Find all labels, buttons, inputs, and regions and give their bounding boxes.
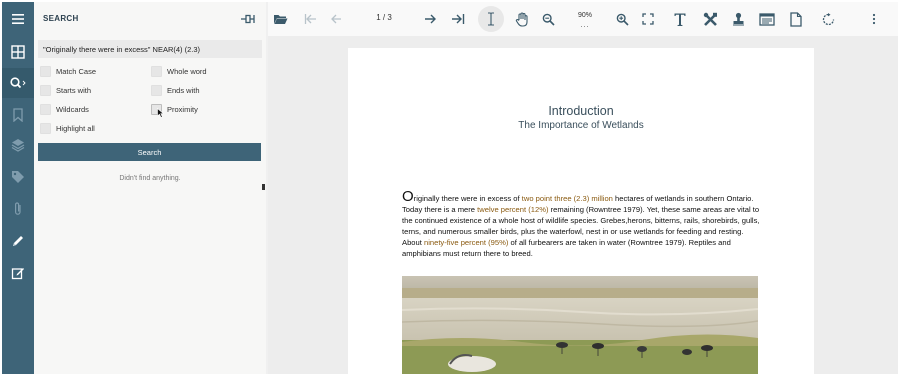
starts-with-option[interactable]: Starts with <box>40 83 91 97</box>
zoom-options[interactable]: ... <box>568 22 602 29</box>
search-icon[interactable] <box>2 68 34 98</box>
pin-icon[interactable] <box>240 12 256 26</box>
folder-open-icon[interactable] <box>270 2 290 36</box>
wetland-birds-photo <box>402 276 758 374</box>
next-page-icon[interactable] <box>420 2 440 36</box>
search-panel-header: SEARCH <box>34 2 266 36</box>
document-viewer[interactable]: Introduction The Importance of Wetlands … <box>268 36 898 374</box>
starts-with-checkbox[interactable] <box>40 84 51 96</box>
no-results-message: Didn't find anything. <box>119 175 181 182</box>
document-page[interactable]: Introduction The Importance of Wetlands … <box>348 48 814 374</box>
bookmark-icon[interactable] <box>2 100 34 130</box>
ends-with-label: Ends with <box>167 85 200 95</box>
more-options-icon[interactable] <box>866 2 882 36</box>
search-button[interactable]: Search <box>38 143 261 161</box>
match-case-option[interactable]: Match Case <box>40 64 96 78</box>
document-icon[interactable] <box>786 2 806 36</box>
match-case-label: Match Case <box>56 66 97 76</box>
hamburger-menu-icon[interactable] <box>2 4 34 34</box>
document-subtitle: The Importance of Wetlands <box>518 120 644 131</box>
thumbnails-grid-icon[interactable] <box>2 37 34 67</box>
first-page-icon[interactable] <box>300 2 320 36</box>
splitter-grip[interactable] <box>262 184 265 190</box>
crossed-tools-icon[interactable] <box>700 2 720 36</box>
panel-title: SEARCH <box>43 14 79 23</box>
edit-form-icon[interactable] <box>2 258 34 288</box>
ends-with-checkbox[interactable] <box>151 84 162 96</box>
whole-word-label: Whole word <box>167 66 207 76</box>
ends-with-option[interactable]: Ends with <box>151 83 200 97</box>
document-title: Introduction <box>548 104 614 118</box>
form-icon[interactable] <box>756 2 778 36</box>
layers-icon[interactable] <box>2 130 34 160</box>
highlighted-phrase: ninety-five percent (95%) <box>423 238 509 248</box>
search-input[interactable] <box>38 40 262 58</box>
text-tool-icon[interactable] <box>670 2 690 36</box>
previous-page-icon[interactable] <box>326 2 346 36</box>
highlight-all-option[interactable]: Highlight all <box>40 121 95 135</box>
document-paragraph: Originally there were in excess of two p… <box>402 188 762 260</box>
pencil-icon[interactable] <box>2 226 34 256</box>
paragraph-text: riginally there were in excess of <box>413 194 522 203</box>
stamp-icon[interactable] <box>728 2 748 36</box>
whole-word-checkbox[interactable] <box>151 65 162 77</box>
rotate-icon[interactable] <box>818 2 838 36</box>
drop-cap: O <box>402 188 414 205</box>
fit-page-icon[interactable] <box>638 2 658 36</box>
zoom-out-icon[interactable] <box>538 2 558 36</box>
proximity-label: Proximity <box>167 104 198 114</box>
whole-word-option[interactable]: Whole word <box>151 64 207 78</box>
wildcards-option[interactable]: Wildcards <box>40 102 89 116</box>
zoom-level[interactable]: 90% <box>568 12 602 20</box>
highlighted-phrase: two point three (2.3) million <box>521 194 613 203</box>
last-page-icon[interactable] <box>448 2 468 36</box>
zoom-in-icon[interactable] <box>612 2 632 36</box>
text-select-icon[interactable] <box>481 2 501 36</box>
highlight-all-label: Highlight all <box>56 123 95 133</box>
starts-with-label: Starts with <box>56 85 92 95</box>
wildcards-checkbox[interactable] <box>40 103 51 115</box>
tag-icon[interactable] <box>2 162 34 192</box>
mouse-cursor-icon <box>157 108 165 118</box>
pan-hand-icon[interactable] <box>512 2 532 36</box>
match-case-checkbox[interactable] <box>40 65 51 77</box>
wildcards-label: Wildcards <box>56 104 89 114</box>
paperclip-icon[interactable] <box>2 194 34 224</box>
sidebar-rail <box>2 2 34 374</box>
highlight-all-checkbox[interactable] <box>40 122 51 134</box>
page-indicator[interactable]: 1 / 3 <box>368 13 400 22</box>
main-toolbar: 1 / 3 90% ... <box>268 2 898 36</box>
search-panel: SEARCH Match Case Whole word Starts with… <box>34 2 266 374</box>
highlighted-phrase: twelve percent (12%) <box>477 205 549 215</box>
